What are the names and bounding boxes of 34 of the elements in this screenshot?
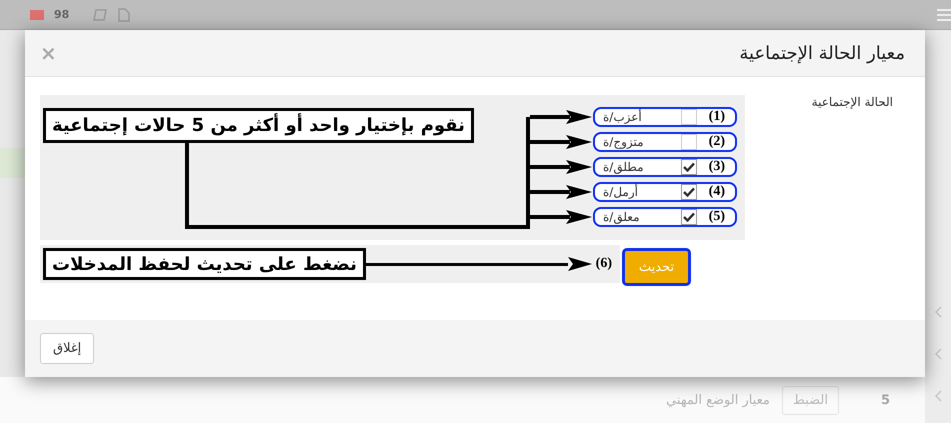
arrow: [530, 210, 592, 224]
arrow: [530, 160, 592, 174]
step-marker: (1): [708, 109, 725, 125]
menu-icon[interactable]: [937, 8, 951, 20]
step-marker: (2): [708, 134, 725, 150]
checkbox[interactable]: [680, 209, 697, 225]
arrow: [530, 185, 592, 199]
checkbox[interactable]: [680, 184, 697, 200]
chevron-icon[interactable]: [934, 390, 942, 402]
field-label: الحالة الإجتماعية: [812, 95, 893, 111]
checkbox[interactable]: [680, 109, 697, 125]
arrow: [530, 135, 592, 149]
step-marker: (5): [708, 209, 725, 225]
annotation-callout: نقوم بإختيار واحد أو أكثر من 5 حالات إجتماعية: [43, 108, 474, 143]
option-label: أعزب/ة: [603, 110, 643, 124]
option-label: مطلق/ة: [603, 160, 645, 174]
chevron-icon[interactable]: [934, 306, 942, 318]
close-button[interactable]: إغلاق: [40, 333, 94, 364]
option-label: متزوج/ة: [603, 135, 645, 149]
option-label: أرمل/ة: [603, 185, 639, 199]
checkbox[interactable]: [680, 159, 697, 175]
notification-count: 98: [54, 8, 70, 21]
step-marker: (3): [708, 159, 725, 175]
option-label: معلق/ة: [603, 210, 641, 224]
row-number: 5: [880, 392, 890, 408]
step-marker: (4): [708, 184, 725, 200]
arrow: [530, 110, 592, 124]
checkbox[interactable]: [680, 134, 697, 150]
step-marker: (6): [596, 256, 612, 272]
dialog-title: معيار الحالة الإجتماعية: [739, 42, 905, 64]
chevron-icon[interactable]: [934, 348, 942, 360]
document-icon[interactable]: [117, 8, 132, 22]
row-title: معيار الوضع المهني: [666, 392, 770, 408]
annotation-callout: نضغط على تحديث لحفظ المدخلات: [43, 248, 366, 280]
